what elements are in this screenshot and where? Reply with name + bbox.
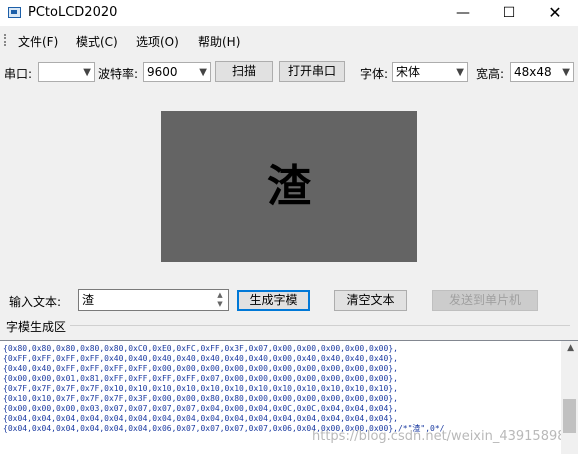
preview-glyph: 渣 xyxy=(267,161,311,212)
title-bar: PCtoLCD2020 — ☐ ✕ xyxy=(0,0,578,26)
app-icon xyxy=(8,7,21,18)
output-section-label: 字模生成区 xyxy=(6,320,67,334)
open-port-button[interactable]: 打开串口 xyxy=(279,61,345,82)
vertical-scrollbar[interactable]: ▲ xyxy=(561,341,578,454)
scroll-thumb[interactable] xyxy=(563,399,576,433)
maximize-button[interactable]: ☐ xyxy=(486,0,532,26)
glyph-preview: 渣 xyxy=(161,111,417,262)
size-label: 宽高: xyxy=(476,67,505,81)
output-line: {0x7F,0x7F,0x7F,0x7F,0x10,0x10,0x10,0x10… xyxy=(3,384,398,393)
output-line: {0x00,0x00,0x00,0x03,0x07,0x07,0x07,0x07… xyxy=(3,404,398,413)
size-value: 48x48 xyxy=(514,65,552,79)
output-line: {0x10,0x10,0x7F,0x7F,0x7F,0x3F,0x00,0x00… xyxy=(3,394,398,403)
minimize-button[interactable]: — xyxy=(440,0,486,26)
window-title: PCtoLCD2020 xyxy=(28,5,118,20)
generate-button[interactable]: 生成字模 xyxy=(237,290,310,311)
size-select[interactable]: 48x48 ▼ xyxy=(510,62,574,82)
output-line: {0x00,0x00,0x01,0x81,0xFF,0xFF,0xFF,0xFF… xyxy=(3,374,398,383)
output-line: {0x04,0x04,0x04,0x04,0x04,0x04,0x04,0x04… xyxy=(3,414,398,423)
chevron-down-icon: ▼ xyxy=(199,67,207,78)
output-textarea[interactable]: {0x80,0x80,0x80,0x80,0x80,0xC0,0xE0,0xFC… xyxy=(0,340,578,454)
baud-value: 9600 xyxy=(147,65,178,79)
scan-button[interactable]: 扫描 xyxy=(215,61,273,82)
output-line: {0x40,0x40,0xFF,0xFF,0xFF,0xFF,0x00,0x00… xyxy=(3,364,398,373)
chevron-down-icon: ▼ xyxy=(456,67,464,78)
font-select[interactable]: 宋体 ▼ xyxy=(392,62,468,82)
menu-help[interactable]: 帮助(H) xyxy=(198,33,240,50)
menu-grip-icon xyxy=(4,34,8,46)
font-label: 字体: xyxy=(360,67,389,81)
chevron-down-icon: ▼ xyxy=(562,67,570,78)
port-select[interactable]: ▼ xyxy=(38,62,95,82)
clear-text-button[interactable]: 清空文本 xyxy=(334,290,407,311)
send-to-mcu-button[interactable]: 发送到单片机 xyxy=(432,290,538,311)
baud-select[interactable]: 9600 ▼ xyxy=(143,62,211,82)
input-text-field[interactable]: 渣 ▲ ▼ xyxy=(78,289,229,311)
port-label: 串口: xyxy=(4,67,33,81)
spinner-icon[interactable]: ▲ ▼ xyxy=(213,291,227,309)
menu-bar: 文件(F) 模式(C) 选项(O) 帮助(H) xyxy=(0,28,578,52)
section-divider xyxy=(70,325,570,326)
input-text-label: 输入文本: xyxy=(9,295,62,309)
chevron-down-icon: ▼ xyxy=(83,67,91,78)
output-line: {0xFF,0xFF,0xFF,0xFF,0x40,0x40,0x40,0x40… xyxy=(3,354,398,363)
output-line: {0x80,0x80,0x80,0x80,0x80,0xC0,0xE0,0xFC… xyxy=(3,344,398,353)
menu-options[interactable]: 选项(O) xyxy=(136,33,179,50)
menu-file[interactable]: 文件(F) xyxy=(18,33,58,50)
scroll-up-icon[interactable]: ▲ xyxy=(567,343,574,353)
close-button[interactable]: ✕ xyxy=(532,0,578,26)
baud-label: 波特率: xyxy=(98,67,139,81)
font-value: 宋体 xyxy=(396,65,421,79)
watermark-text: https://blog.csdn.net/weixin_43915898 xyxy=(312,429,566,444)
input-text-value: 渣 xyxy=(82,293,95,307)
menu-mode[interactable]: 模式(C) xyxy=(76,33,118,50)
